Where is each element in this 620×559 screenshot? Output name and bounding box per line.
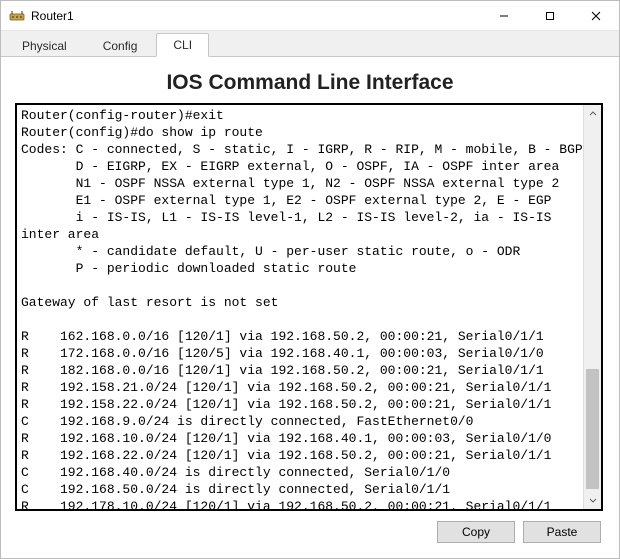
minimize-button[interactable] [481, 1, 527, 31]
window-title: Router1 [31, 9, 74, 23]
scroll-track[interactable] [584, 123, 601, 491]
tab-physical[interactable]: Physical [5, 34, 84, 57]
scroll-down-button[interactable] [584, 491, 601, 509]
terminal-output[interactable]: Router(config-router)#exit Router(config… [17, 105, 583, 509]
paste-button[interactable]: Paste [523, 521, 601, 543]
tabstrip: Physical Config CLI [1, 31, 619, 57]
titlebar: Router1 [1, 1, 619, 31]
cli-heading: IOS Command Line Interface [15, 71, 605, 95]
terminal-frame: Router(config-router)#exit Router(config… [15, 103, 603, 511]
copy-button[interactable]: Copy [437, 521, 515, 543]
app-icon [9, 8, 25, 24]
tab-config[interactable]: Config [86, 34, 155, 57]
scrollbar[interactable] [583, 105, 601, 509]
scroll-thumb[interactable] [586, 369, 599, 489]
close-button[interactable] [573, 1, 619, 31]
maximize-button[interactable] [527, 1, 573, 31]
tab-cli[interactable]: CLI [156, 33, 209, 57]
button-row: Copy Paste [15, 521, 605, 543]
tab-content: IOS Command Line Interface Router(config… [1, 57, 619, 553]
scroll-up-button[interactable] [584, 105, 601, 123]
